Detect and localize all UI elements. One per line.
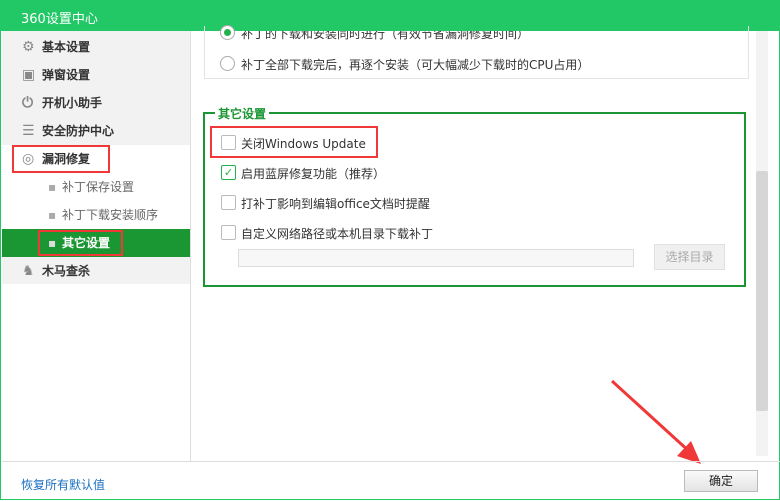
footer-divider bbox=[2, 461, 780, 462]
settings-window: 360设置中心 ✕ ⚙基本设置 ▣弹窗设置 ⏻开机小助手 ☰安全防护中心 ◎漏洞… bbox=[0, 0, 780, 500]
ok-button[interactable]: 确定 bbox=[684, 470, 758, 492]
red-arrow-annotation bbox=[610, 379, 701, 464]
restore-defaults-link[interactable]: 恢复所有默认值 bbox=[21, 476, 105, 493]
